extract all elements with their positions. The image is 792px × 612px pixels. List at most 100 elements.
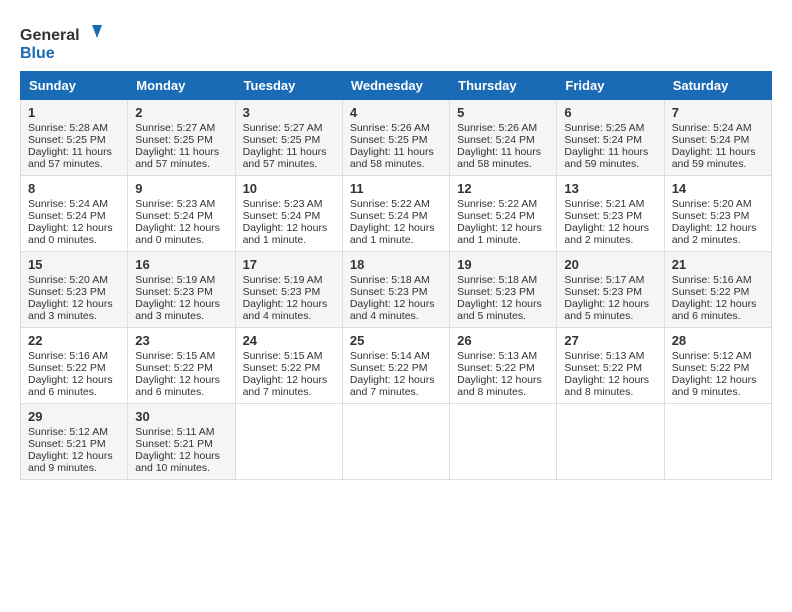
day-info: Sunrise: 5:15 AMSunset: 5:22 PMDaylight:… <box>243 350 328 398</box>
day-info: Sunrise: 5:26 AMSunset: 5:24 PMDaylight:… <box>457 122 541 170</box>
logo: GeneralBlue <box>20 20 110 65</box>
day-number: 21 <box>672 257 764 272</box>
day-info: Sunrise: 5:16 AMSunset: 5:22 PMDaylight:… <box>28 350 113 398</box>
day-info: Sunrise: 5:19 AMSunset: 5:23 PMDaylight:… <box>243 274 328 322</box>
calendar-cell: 8 Sunrise: 5:24 AMSunset: 5:24 PMDaylight… <box>21 176 128 252</box>
calendar-cell: 28 Sunrise: 5:12 AMSunset: 5:22 PMDayligh… <box>664 328 771 404</box>
day-number: 16 <box>135 257 227 272</box>
day-info: Sunrise: 5:27 AMSunset: 5:25 PMDaylight:… <box>135 122 219 170</box>
day-header-tuesday: Tuesday <box>235 72 342 100</box>
day-number: 12 <box>457 181 549 196</box>
calendar-cell: 26 Sunrise: 5:13 AMSunset: 5:22 PMDayligh… <box>450 328 557 404</box>
calendar-cell: 11 Sunrise: 5:22 AMSunset: 5:24 PMDayligh… <box>342 176 449 252</box>
calendar-cell: 25Sunrise: 5:14 AMSunset: 5:22 PMDayligh… <box>342 328 449 404</box>
day-number: 17 <box>243 257 335 272</box>
calendar-cell: 4 Sunrise: 5:26 AMSunset: 5:25 PMDaylight… <box>342 100 449 176</box>
day-number: 23 <box>135 333 227 348</box>
calendar-week-3: 15Sunrise: 5:20 AMSunset: 5:23 PMDayligh… <box>21 252 772 328</box>
day-info: Sunrise: 5:27 AMSunset: 5:25 PMDaylight:… <box>243 122 327 170</box>
calendar-cell <box>557 404 664 480</box>
day-number: 26 <box>457 333 549 348</box>
calendar-cell: 27Sunrise: 5:13 AMSunset: 5:22 PMDayligh… <box>557 328 664 404</box>
day-info: Sunrise: 5:23 AMSunset: 5:24 PMDaylight:… <box>135 198 220 246</box>
calendar-cell: 12 Sunrise: 5:22 AMSunset: 5:24 PMDayligh… <box>450 176 557 252</box>
day-number: 2 <box>135 105 227 120</box>
day-info: Sunrise: 5:17 AMSunset: 5:23 PMDaylight:… <box>564 274 649 322</box>
day-info: Sunrise: 5:28 AMSunset: 5:25 PMDaylight:… <box>28 122 112 170</box>
day-number: 24 <box>243 333 335 348</box>
calendar-cell: 24 Sunrise: 5:15 AMSunset: 5:22 PMDayligh… <box>235 328 342 404</box>
day-number: 5 <box>457 105 549 120</box>
day-info: Sunrise: 5:22 AMSunset: 5:24 PMDaylight:… <box>457 198 542 246</box>
day-info: Sunrise: 5:18 AMSunset: 5:23 PMDaylight:… <box>350 274 435 322</box>
day-number: 28 <box>672 333 764 348</box>
page-header: GeneralBlue <box>20 20 772 65</box>
calendar-cell: 22 Sunrise: 5:16 AMSunset: 5:22 PMDayligh… <box>21 328 128 404</box>
day-header-friday: Friday <box>557 72 664 100</box>
calendar-cell: 2 Sunrise: 5:27 AMSunset: 5:25 PMDaylight… <box>128 100 235 176</box>
day-number: 11 <box>350 181 442 196</box>
day-number: 7 <box>672 105 764 120</box>
calendar-cell: 17 Sunrise: 5:19 AMSunset: 5:23 PMDayligh… <box>235 252 342 328</box>
day-info: Sunrise: 5:12 AMSunset: 5:22 PMDaylight:… <box>672 350 757 398</box>
calendar-cell: 14 Sunrise: 5:20 AMSunset: 5:23 PMDayligh… <box>664 176 771 252</box>
calendar-cell: 6Sunrise: 5:25 AMSunset: 5:24 PMDaylight… <box>557 100 664 176</box>
calendar-cell: 23 Sunrise: 5:15 AMSunset: 5:22 PMDayligh… <box>128 328 235 404</box>
day-info: Sunrise: 5:26 AMSunset: 5:25 PMDaylight:… <box>350 122 434 170</box>
day-info: Sunrise: 5:12 AMSunset: 5:21 PMDaylight:… <box>28 426 113 474</box>
day-number: 14 <box>672 181 764 196</box>
calendar-cell: 16 Sunrise: 5:19 AMSunset: 5:23 PMDayligh… <box>128 252 235 328</box>
day-header-sunday: Sunday <box>21 72 128 100</box>
day-number: 29 <box>28 409 120 424</box>
calendar-cell: 15Sunrise: 5:20 AMSunset: 5:23 PMDayligh… <box>21 252 128 328</box>
calendar-week-5: 29 Sunrise: 5:12 AMSunset: 5:21 PMDayligh… <box>21 404 772 480</box>
calendar-week-4: 22 Sunrise: 5:16 AMSunset: 5:22 PMDayligh… <box>21 328 772 404</box>
calendar-cell: 3 Sunrise: 5:27 AMSunset: 5:25 PMDaylight… <box>235 100 342 176</box>
calendar-cell: 9Sunrise: 5:23 AMSunset: 5:24 PMDaylight… <box>128 176 235 252</box>
day-header-monday: Monday <box>128 72 235 100</box>
calendar-cell: 7 Sunrise: 5:24 AMSunset: 5:24 PMDaylight… <box>664 100 771 176</box>
day-info: Sunrise: 5:22 AMSunset: 5:24 PMDaylight:… <box>350 198 435 246</box>
day-info: Sunrise: 5:13 AMSunset: 5:22 PMDaylight:… <box>457 350 542 398</box>
day-number: 13 <box>564 181 656 196</box>
day-header-thursday: Thursday <box>450 72 557 100</box>
calendar-cell <box>450 404 557 480</box>
day-number: 4 <box>350 105 442 120</box>
day-info: Sunrise: 5:24 AMSunset: 5:24 PMDaylight:… <box>672 122 756 170</box>
calendar-cell: 18 Sunrise: 5:18 AMSunset: 5:23 PMDayligh… <box>342 252 449 328</box>
day-number: 10 <box>243 181 335 196</box>
day-info: Sunrise: 5:13 AMSunset: 5:22 PMDaylight:… <box>564 350 649 398</box>
calendar-cell <box>235 404 342 480</box>
day-header-wednesday: Wednesday <box>342 72 449 100</box>
calendar-cell: 13 Sunrise: 5:21 AMSunset: 5:23 PMDayligh… <box>557 176 664 252</box>
day-number: 25 <box>350 333 442 348</box>
calendar-cell: 30 Sunrise: 5:11 AMSunset: 5:21 PMDayligh… <box>128 404 235 480</box>
day-info: Sunrise: 5:18 AMSunset: 5:23 PMDaylight:… <box>457 274 542 322</box>
calendar-cell: 29 Sunrise: 5:12 AMSunset: 5:21 PMDayligh… <box>21 404 128 480</box>
day-number: 15 <box>28 257 120 272</box>
day-info: Sunrise: 5:20 AMSunset: 5:23 PMDaylight:… <box>672 198 757 246</box>
day-number: 30 <box>135 409 227 424</box>
day-number: 3 <box>243 105 335 120</box>
day-number: 19 <box>457 257 549 272</box>
calendar-cell: 5 Sunrise: 5:26 AMSunset: 5:24 PMDaylight… <box>450 100 557 176</box>
svg-text:Blue: Blue <box>20 45 55 62</box>
day-info: Sunrise: 5:19 AMSunset: 5:23 PMDaylight:… <box>135 274 220 322</box>
day-info: Sunrise: 5:21 AMSunset: 5:23 PMDaylight:… <box>564 198 649 246</box>
day-info: Sunrise: 5:11 AMSunset: 5:21 PMDaylight:… <box>135 426 220 474</box>
calendar-cell: 10Sunrise: 5:23 AMSunset: 5:24 PMDayligh… <box>235 176 342 252</box>
day-number: 1 <box>28 105 120 120</box>
calendar-cell: 19 Sunrise: 5:18 AMSunset: 5:23 PMDayligh… <box>450 252 557 328</box>
day-number: 18 <box>350 257 442 272</box>
calendar-cell: 1 Sunrise: 5:28 AMSunset: 5:25 PMDaylight… <box>21 100 128 176</box>
calendar-table: SundayMondayTuesdayWednesdayThursdayFrid… <box>20 71 772 480</box>
day-info: Sunrise: 5:15 AMSunset: 5:22 PMDaylight:… <box>135 350 220 398</box>
day-info: Sunrise: 5:24 AMSunset: 5:24 PMDaylight:… <box>28 198 113 246</box>
day-number: 20 <box>564 257 656 272</box>
svg-text:General: General <box>20 27 80 44</box>
day-number: 22 <box>28 333 120 348</box>
day-number: 8 <box>28 181 120 196</box>
calendar-cell: 20 Sunrise: 5:17 AMSunset: 5:23 PMDayligh… <box>557 252 664 328</box>
calendar-week-2: 8 Sunrise: 5:24 AMSunset: 5:24 PMDaylight… <box>21 176 772 252</box>
day-info: Sunrise: 5:25 AMSunset: 5:24 PMDaylight:… <box>564 122 648 170</box>
